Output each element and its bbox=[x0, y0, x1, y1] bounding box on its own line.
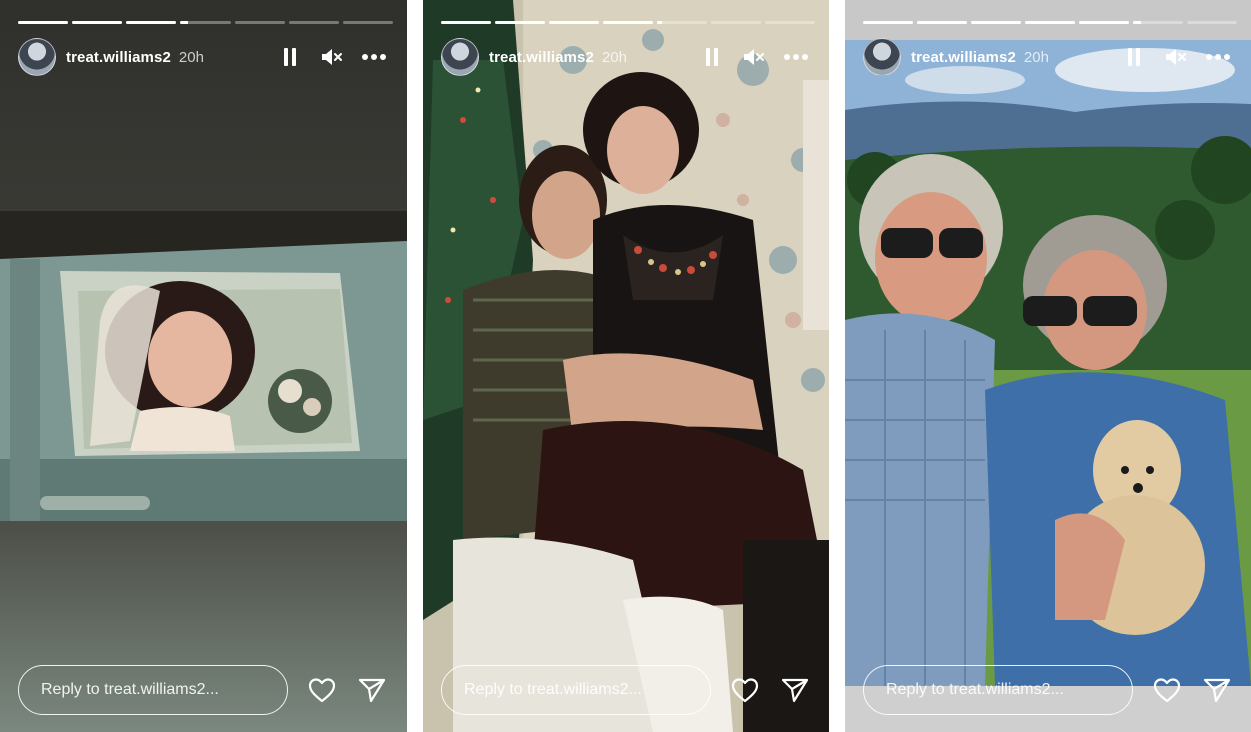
share-button[interactable] bbox=[1200, 673, 1233, 707]
pause-icon bbox=[284, 48, 296, 66]
username[interactable]: treat.williams2 bbox=[489, 49, 594, 66]
story-header: treat.williams2 20h bbox=[863, 38, 1233, 76]
timestamp: 20h bbox=[178, 48, 204, 66]
reply-placeholder: Reply to treat.williams2... bbox=[886, 681, 1064, 698]
pause-button[interactable] bbox=[1119, 42, 1149, 72]
heart-icon bbox=[308, 678, 335, 703]
progress-segment bbox=[234, 21, 285, 24]
story-header: treat.williams2 20h bbox=[441, 38, 811, 76]
progress-segment bbox=[1187, 21, 1237, 24]
more-options-button[interactable] bbox=[781, 42, 811, 72]
story-progress-bar bbox=[441, 21, 815, 24]
reply-input[interactable]: Reply to treat.williams2... bbox=[441, 665, 711, 715]
story-photo-couple-with-puppy bbox=[845, 0, 1251, 732]
progress-segment bbox=[1025, 21, 1075, 24]
reply-placeholder: Reply to treat.williams2... bbox=[41, 681, 219, 698]
heart-icon bbox=[1153, 678, 1180, 703]
progress-segment bbox=[863, 21, 913, 24]
pause-icon bbox=[706, 48, 718, 66]
progress-segment bbox=[495, 21, 545, 24]
muted-speaker-icon bbox=[744, 49, 764, 65]
story-progress-bar bbox=[18, 21, 393, 24]
progress-segment bbox=[72, 21, 123, 24]
mute-button[interactable] bbox=[1161, 42, 1191, 72]
send-icon bbox=[359, 678, 386, 703]
pause-button[interactable] bbox=[697, 42, 727, 72]
timestamp: 20h bbox=[1023, 48, 1049, 66]
share-button[interactable] bbox=[778, 673, 811, 707]
progress-segment bbox=[288, 21, 339, 24]
story-footer: Reply to treat.williams2... bbox=[863, 664, 1233, 716]
progress-segment bbox=[1133, 21, 1183, 24]
story-panel-2[interactable]: treat.williams2 20h Reply to treat.willi… bbox=[423, 0, 829, 732]
story-photo-couple-christmas bbox=[423, 0, 829, 732]
progress-segment bbox=[711, 21, 761, 24]
reply-placeholder: Reply to treat.williams2... bbox=[464, 681, 642, 698]
story-panel-3[interactable]: treat.williams2 20h Reply to treat.willi… bbox=[845, 0, 1251, 732]
username[interactable]: treat.williams2 bbox=[66, 49, 171, 66]
progress-segment bbox=[1079, 21, 1129, 24]
send-icon bbox=[1203, 678, 1230, 703]
like-button[interactable] bbox=[728, 673, 761, 707]
pause-button[interactable] bbox=[275, 42, 305, 72]
share-button[interactable] bbox=[356, 673, 390, 707]
progress-segment bbox=[603, 21, 653, 24]
progress-segment bbox=[342, 21, 393, 24]
progress-segment bbox=[971, 21, 1021, 24]
mute-button[interactable] bbox=[739, 42, 769, 72]
reply-input[interactable]: Reply to treat.williams2... bbox=[18, 665, 288, 715]
more-options-icon bbox=[362, 54, 386, 60]
avatar[interactable] bbox=[863, 38, 901, 76]
story-footer: Reply to treat.williams2... bbox=[441, 664, 811, 716]
more-options-button[interactable] bbox=[359, 42, 389, 72]
story-footer: Reply to treat.williams2... bbox=[18, 664, 389, 716]
muted-speaker-icon bbox=[1166, 49, 1186, 65]
reply-input[interactable]: Reply to treat.williams2... bbox=[863, 665, 1133, 715]
mute-button[interactable] bbox=[317, 42, 347, 72]
progress-segment bbox=[126, 21, 177, 24]
progress-segment bbox=[441, 21, 491, 24]
story-panel-1[interactable]: treat.williams2 20h Reply to treat.willi… bbox=[0, 0, 407, 732]
send-icon bbox=[781, 678, 808, 703]
muted-speaker-icon bbox=[322, 49, 342, 65]
avatar[interactable] bbox=[18, 38, 56, 76]
progress-segment bbox=[765, 21, 815, 24]
timestamp: 20h bbox=[601, 48, 627, 66]
story-photo-bride-in-car bbox=[0, 211, 407, 521]
progress-segment bbox=[917, 21, 967, 24]
progress-segment bbox=[657, 21, 707, 24]
more-options-button[interactable] bbox=[1203, 42, 1233, 72]
story-progress-bar bbox=[863, 21, 1237, 24]
story-header: treat.williams2 20h bbox=[18, 38, 389, 76]
progress-segment bbox=[18, 21, 69, 24]
progress-segment bbox=[549, 21, 599, 24]
like-button[interactable] bbox=[305, 673, 339, 707]
progress-segment bbox=[180, 21, 231, 24]
more-options-icon bbox=[784, 54, 808, 60]
avatar[interactable] bbox=[441, 38, 479, 76]
more-options-icon bbox=[1206, 54, 1230, 60]
like-button[interactable] bbox=[1150, 673, 1183, 707]
pause-icon bbox=[1128, 48, 1140, 66]
heart-icon bbox=[731, 678, 758, 703]
username[interactable]: treat.williams2 bbox=[911, 49, 1016, 66]
